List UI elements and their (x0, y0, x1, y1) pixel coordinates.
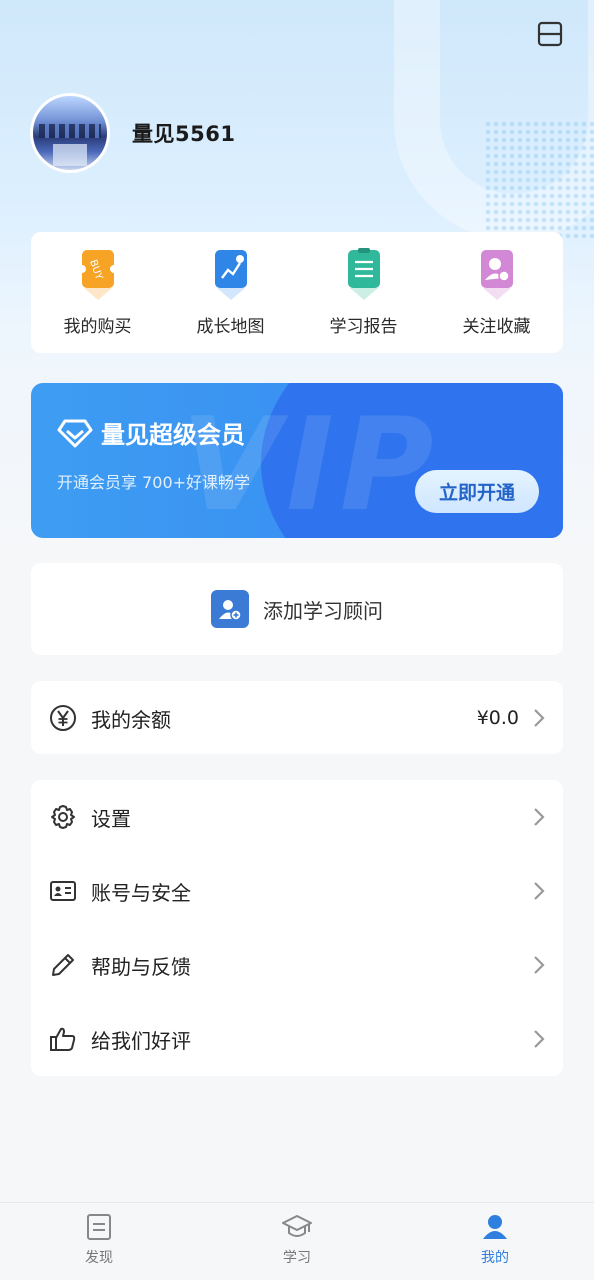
menu-item-help-feedback[interactable]: 帮助与反馈 (31, 928, 563, 1002)
add-advisor-label: 添加学习顾问 (263, 598, 383, 623)
menu-item-settings[interactable]: 设置 (31, 780, 563, 854)
quick-action-label: 关注收藏 (462, 317, 531, 337)
add-user-icon (211, 590, 249, 628)
graduation-cap-icon (282, 1215, 312, 1237)
id-card-icon (48, 876, 78, 906)
tab-study[interactable]: 学习 (198, 1203, 396, 1280)
username[interactable]: 量见5561 (132, 118, 235, 148)
quick-action-favorites[interactable]: 关注收藏 (430, 232, 563, 353)
chevron-right-icon (534, 1030, 545, 1048)
chevron-right-icon (534, 882, 545, 900)
add-advisor-button[interactable]: 添加学习顾问 (31, 563, 563, 655)
quick-action-label: 学习报告 (329, 317, 398, 337)
user-icon (483, 1215, 507, 1239)
vip-banner[interactable]: VIP 量见超级会员 开通会员享 700+好课畅学 立即开通 (31, 383, 563, 538)
vip-title-text: 量见超级会员 (101, 421, 245, 449)
quick-actions-card: BUY 我的购买 成长地图 学习报告 关注收藏 (31, 232, 563, 353)
quick-action-purchases[interactable]: BUY 我的购买 (31, 232, 164, 353)
menu-item-label: 给我们好评 (91, 1028, 191, 1053)
menu-item-label: 账号与安全 (91, 880, 191, 905)
menu-item-rate-us[interactable]: 给我们好评 (31, 1002, 563, 1076)
bottom-tab-bar: 发现 学习 我的 (0, 1202, 594, 1280)
vip-subtitle: 开通会员享 700+好课畅学 (57, 473, 251, 492)
scan-icon (537, 21, 563, 47)
tab-label: 发现 (85, 1250, 113, 1266)
menu-item-label: 设置 (91, 806, 131, 831)
diamond-icon (57, 419, 93, 447)
thumbs-up-icon (48, 1024, 78, 1054)
pencil-icon (48, 950, 78, 980)
growth-map-icon (214, 250, 247, 300)
yen-icon (48, 703, 78, 733)
chevron-right-icon (534, 709, 545, 727)
balance-card: 我的余额 ¥0.0 (31, 681, 563, 754)
quick-action-growth-map[interactable]: 成长地图 (164, 232, 297, 353)
favorite-user-icon (480, 250, 513, 300)
tab-mine[interactable]: 我的 (396, 1203, 594, 1280)
buy-ticket-icon: BUY (77, 250, 118, 300)
quick-action-study-report[interactable]: 学习报告 (297, 232, 430, 353)
report-clipboard-icon (347, 248, 380, 300)
settings-menu-card: 设置 账号与安全 帮助与反馈 给我们好评 (31, 780, 563, 1076)
balance-label: 我的余额 (91, 707, 171, 732)
balance-row[interactable]: 我的余额 ¥0.0 (31, 681, 563, 755)
menu-item-account-security[interactable]: 账号与安全 (31, 854, 563, 928)
vip-open-button[interactable]: 立即开通 (415, 470, 539, 513)
vip-title: 量见超级会员 (57, 415, 245, 450)
menu-item-label: 帮助与反馈 (91, 954, 191, 979)
tab-label: 学习 (283, 1250, 311, 1266)
balance-value: ¥0.0 (476, 707, 519, 729)
quick-action-label: 成长地图 (196, 317, 265, 337)
avatar[interactable] (30, 93, 110, 173)
decorative-dots (484, 120, 594, 240)
quick-action-label: 我的购买 (63, 317, 132, 337)
tab-label: 我的 (481, 1250, 509, 1266)
gear-icon (48, 802, 78, 832)
chevron-right-icon (534, 808, 545, 826)
vip-watermark: VIP (181, 391, 440, 538)
scan-button[interactable] (536, 20, 564, 48)
chevron-right-icon (534, 956, 545, 974)
tab-discover[interactable]: 发现 (0, 1203, 198, 1280)
document-icon (87, 1214, 111, 1240)
